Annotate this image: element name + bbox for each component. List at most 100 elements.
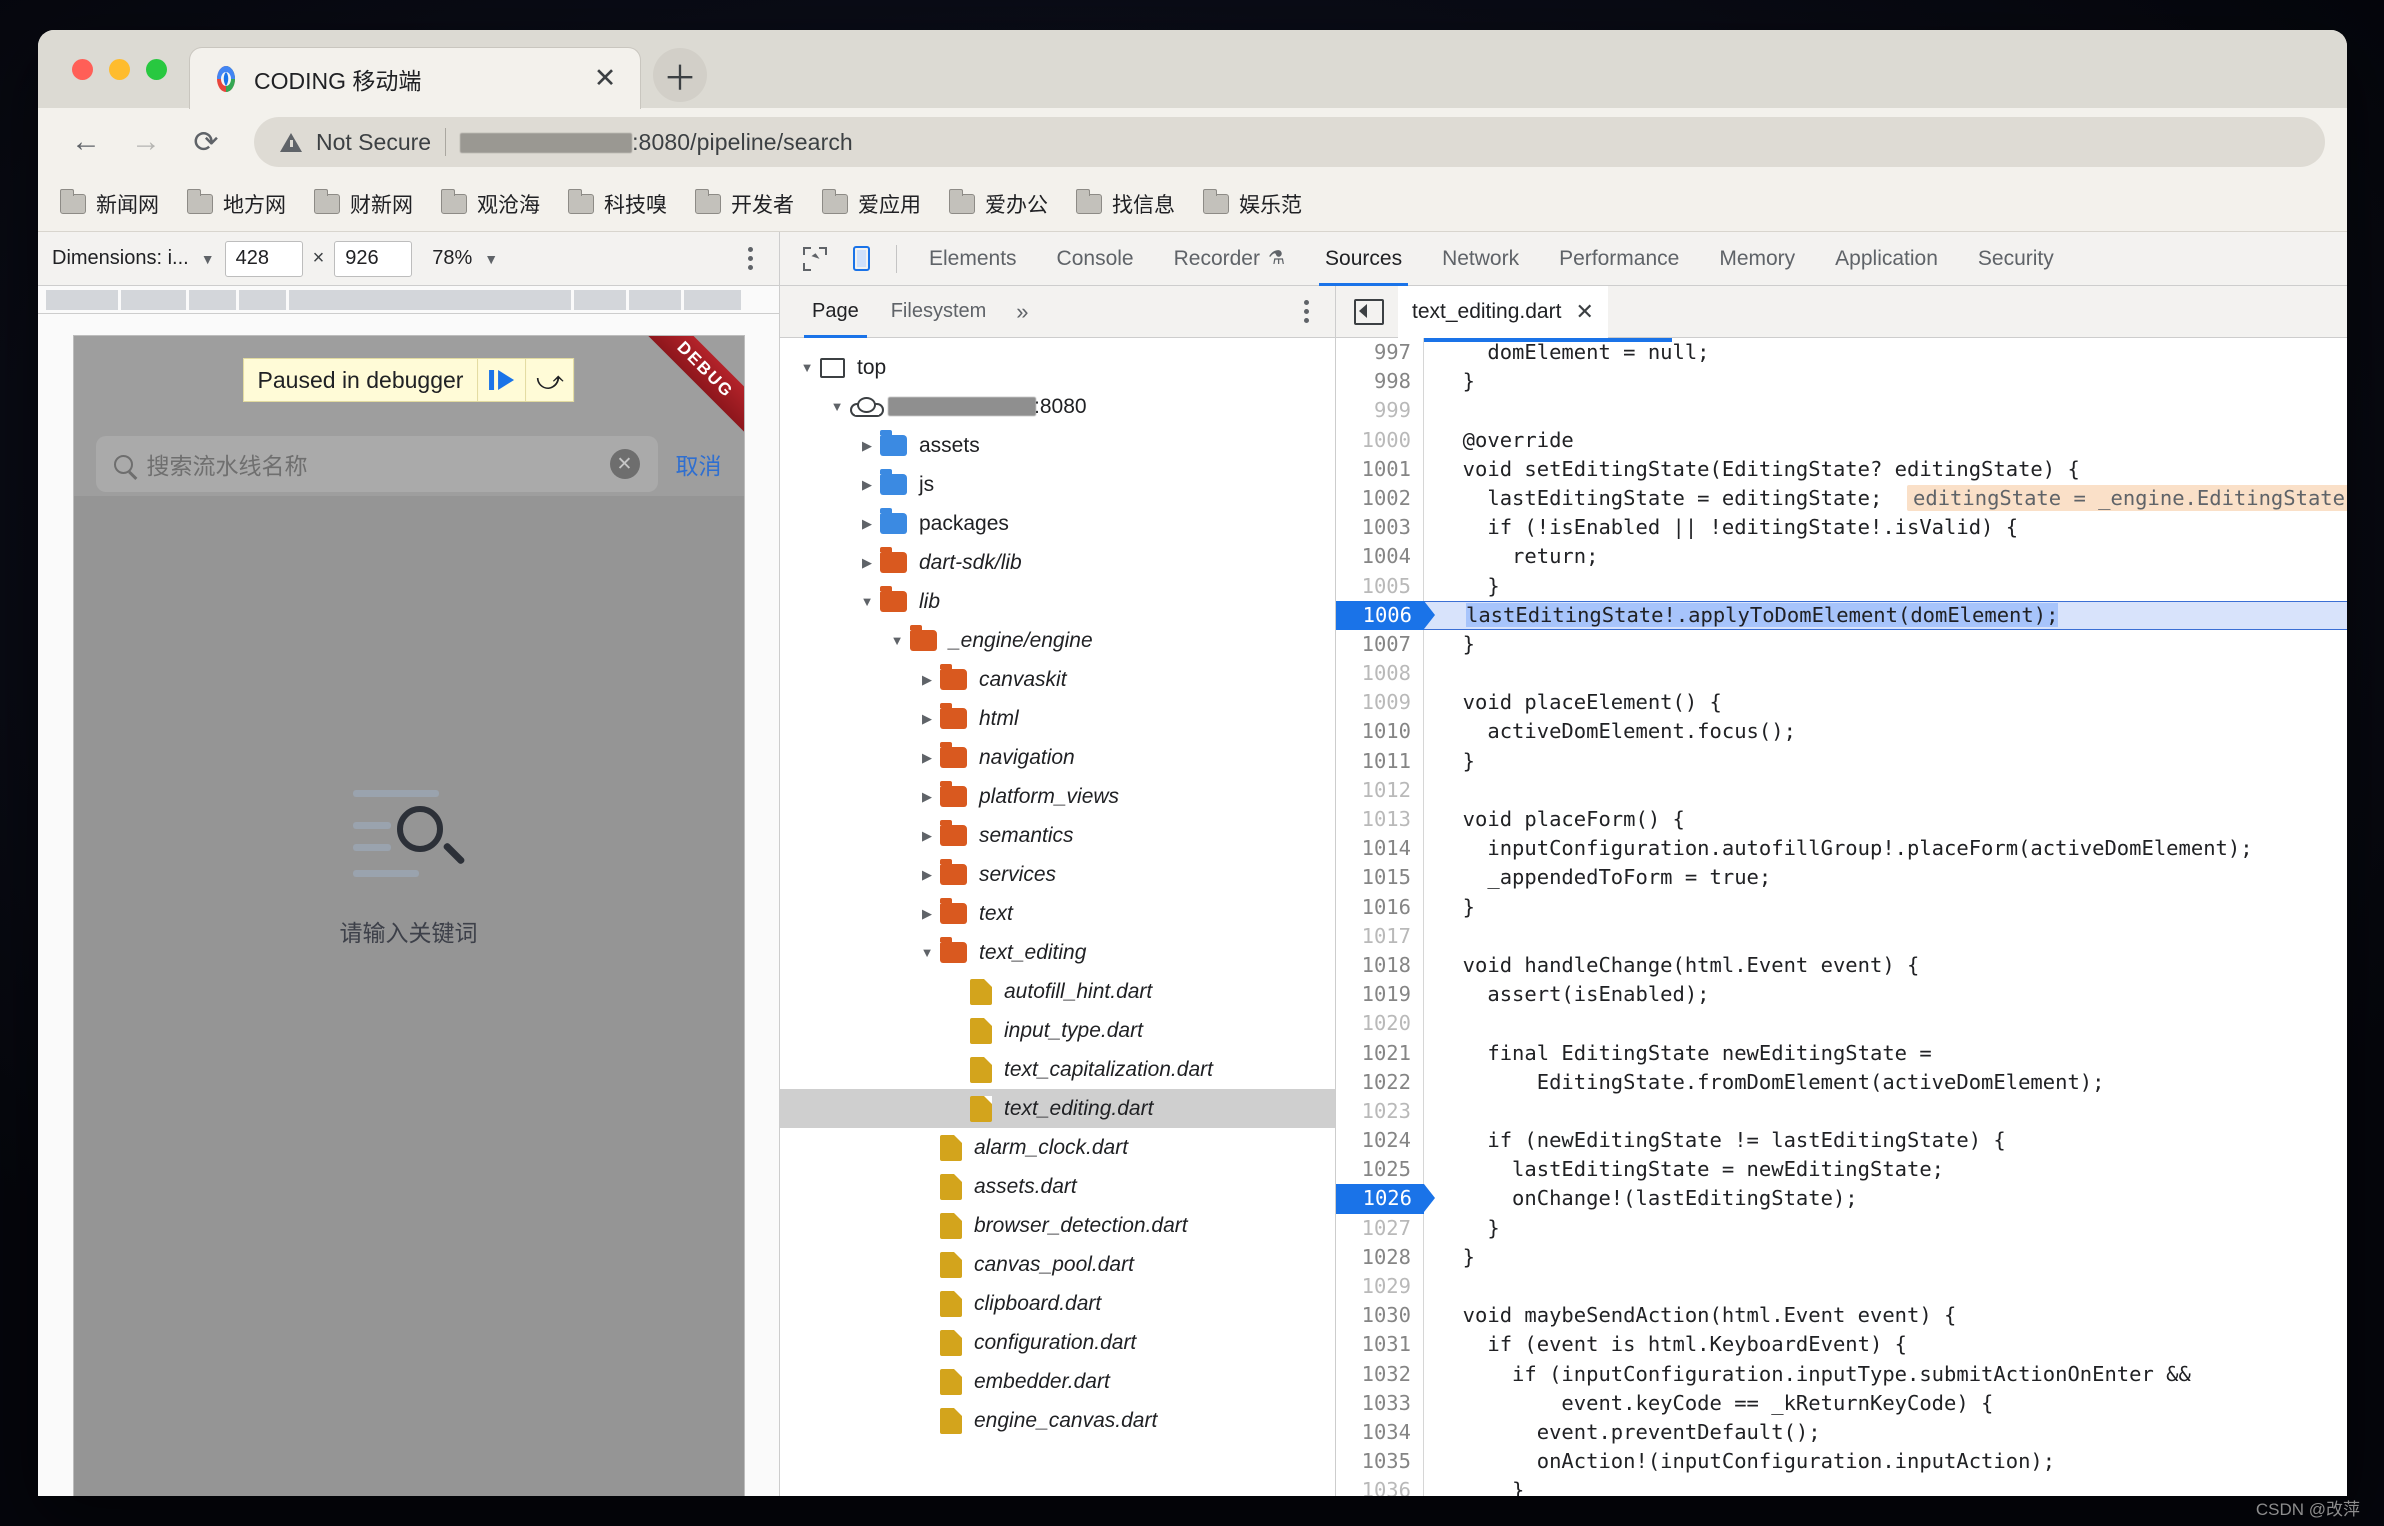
- tree-folder-item[interactable]: ▶ packages: [780, 504, 1335, 543]
- code-line[interactable]: 1001 void setEditingState(EditingState? …: [1336, 454, 2347, 484]
- line-number[interactable]: 1013: [1336, 805, 1424, 835]
- line-number[interactable]: 998: [1336, 367, 1424, 397]
- bookmark-item[interactable]: 开发者: [694, 188, 794, 219]
- tree-folder-item[interactable]: ▶ platform_views: [780, 777, 1335, 816]
- close-editor-tab-icon[interactable]: ✕: [1575, 299, 1593, 325]
- code-line[interactable]: 1007 }: [1336, 629, 2347, 660]
- line-number[interactable]: 1012: [1336, 775, 1424, 805]
- code-line[interactable]: 1032 if (inputConfiguration.inputType.su…: [1336, 1359, 2347, 1389]
- code-line[interactable]: 1010 activeDomElement.focus();: [1336, 717, 2347, 747]
- tree-folder-item[interactable]: ▶ assets: [780, 426, 1335, 465]
- line-number[interactable]: 1009: [1336, 688, 1424, 718]
- tab-performance[interactable]: Performance: [1539, 232, 1699, 286]
- step-over-button[interactable]: ⤻: [525, 359, 573, 401]
- code-line[interactable]: 1025 lastEditingState = newEditingState;: [1336, 1155, 2347, 1185]
- code-line[interactable]: 1034 event.preventDefault();: [1336, 1417, 2347, 1448]
- code-line[interactable]: 1023: [1336, 1096, 2347, 1127]
- code-line[interactable]: 1017: [1336, 921, 2347, 951]
- twisty-collapsed-icon[interactable]: ▶: [914, 828, 940, 844]
- line-number[interactable]: 1025: [1336, 1155, 1424, 1185]
- zoom-chevron-down-icon[interactable]: ▼: [484, 251, 498, 267]
- tab-recorder[interactable]: Recorder ⚗: [1154, 232, 1305, 286]
- navigator-more-icon[interactable]: [1291, 295, 1321, 329]
- tab-elements[interactable]: Elements: [909, 232, 1037, 286]
- dimensions-label[interactable]: Dimensions: i...: [52, 247, 189, 270]
- tree-folder-item[interactable]: ▼ text_editing: [780, 933, 1335, 972]
- twisty-collapsed-icon[interactable]: ▶: [914, 672, 940, 688]
- bookmark-item[interactable]: 财新网: [313, 188, 413, 219]
- line-number[interactable]: 1005: [1336, 571, 1424, 601]
- tree-file-item[interactable]: ▶text_editing.dart: [780, 1089, 1335, 1128]
- code-line[interactable]: 1016 }: [1336, 892, 2347, 922]
- resume-script-button[interactable]: [477, 359, 525, 401]
- tab-console[interactable]: Console: [1037, 232, 1154, 286]
- navigator-tab-page[interactable]: Page: [796, 286, 875, 338]
- twisty-collapsed-icon[interactable]: ▶: [854, 516, 880, 532]
- inspect-element-button[interactable]: [794, 238, 836, 280]
- tree-folder-item[interactable]: ▶ semantics: [780, 816, 1335, 855]
- line-number[interactable]: 1020: [1336, 1009, 1424, 1039]
- line-number[interactable]: 1018: [1336, 950, 1424, 981]
- line-number[interactable]: 1016: [1336, 892, 1424, 922]
- twisty-collapsed-icon[interactable]: ▶: [854, 438, 880, 454]
- browser-tab[interactable]: CODING 移动端 ✕: [189, 47, 641, 109]
- code-line[interactable]: 1003 if (!isEnabled || !editingState!.is…: [1336, 513, 2347, 543]
- tab-application[interactable]: Application: [1815, 232, 1958, 286]
- twisty-expanded-icon[interactable]: ▼: [914, 945, 940, 960]
- twisty-expanded-icon[interactable]: ▼: [854, 594, 880, 609]
- tree-file-item[interactable]: ▶clipboard.dart: [780, 1284, 1335, 1323]
- tree-file-item[interactable]: ▶autofill_hint.dart: [780, 972, 1335, 1011]
- bookmark-item[interactable]: 科技嗅: [567, 188, 667, 219]
- tree-file-item[interactable]: ▶alarm_clock.dart: [780, 1128, 1335, 1167]
- tree-folder-item[interactable]: ▼ top: [780, 348, 1335, 387]
- line-number[interactable]: 1007: [1336, 629, 1424, 660]
- toggle-device-toolbar-button[interactable]: [840, 238, 882, 280]
- show-navigator-icon[interactable]: [1354, 298, 1384, 325]
- close-window-button[interactable]: [72, 58, 93, 80]
- editor-tab-text-editing[interactable]: text_editing.dart ✕: [1398, 285, 1608, 338]
- width-input[interactable]: 428: [224, 240, 303, 277]
- tree-folder-item[interactable]: ▼ _engine/engine: [780, 621, 1335, 660]
- tree-folder-item[interactable]: ▶ dart-sdk/lib: [780, 543, 1335, 582]
- code-line[interactable]: 1015 _appendedToForm = true;: [1336, 863, 2347, 893]
- tree-file-item[interactable]: ▶configuration.dart: [780, 1323, 1335, 1362]
- code-line[interactable]: 1036 }: [1336, 1476, 2347, 1496]
- code-line[interactable]: 1014 inputConfiguration.autofillGroup!.p…: [1336, 834, 2347, 864]
- tree-folder-item[interactable]: ▶ canvaskit: [780, 660, 1335, 699]
- tab-network[interactable]: Network: [1422, 232, 1539, 286]
- emulated-device-screen[interactable]: DEBUG Paused in debugger ⤻ 搜索流水线名称 ✕ 取消 …: [73, 336, 744, 1496]
- line-number[interactable]: 1035: [1336, 1447, 1424, 1477]
- line-number[interactable]: 1006: [1336, 600, 1424, 630]
- twisty-expanded-icon[interactable]: ▼: [794, 360, 820, 375]
- twisty-collapsed-icon[interactable]: ▶: [914, 867, 940, 883]
- line-number[interactable]: 999: [1336, 396, 1424, 426]
- line-number[interactable]: 1030: [1336, 1301, 1424, 1331]
- line-number[interactable]: 1003: [1336, 513, 1424, 543]
- code-line[interactable]: 1024 if (newEditingState != lastEditingS…: [1336, 1126, 2347, 1156]
- code-line[interactable]: 1020: [1336, 1009, 2347, 1039]
- line-number[interactable]: 1002: [1336, 483, 1424, 514]
- code-line[interactable]: 1021 final EditingState newEditingState …: [1336, 1038, 2347, 1068]
- twisty-collapsed-icon[interactable]: ▶: [914, 906, 940, 922]
- tree-folder-item[interactable]: ▼ lib: [780, 582, 1335, 621]
- line-number[interactable]: 1029: [1336, 1272, 1424, 1302]
- code-lines[interactable]: 997 domElement = null; 998 } 999 1000 @over…: [1336, 338, 2347, 1496]
- tree-file-item[interactable]: ▶engine_canvas.dart: [780, 1401, 1335, 1440]
- code-line[interactable]: 1000 @override: [1336, 425, 2347, 455]
- code-line[interactable]: 1011 }: [1336, 746, 2347, 776]
- line-number[interactable]: 1026: [1336, 1184, 1424, 1214]
- reload-icon[interactable]: ⟳: [180, 116, 232, 168]
- code-line[interactable]: 1004 return;: [1336, 542, 2347, 572]
- tree-folder-item[interactable]: ▶ services: [780, 855, 1335, 894]
- bookmark-item[interactable]: 地方网: [186, 188, 286, 219]
- line-number[interactable]: 1028: [1336, 1242, 1424, 1272]
- dimensions-chevron-down-icon[interactable]: ▼: [201, 251, 215, 267]
- code-line[interactable]: 1028 }: [1336, 1242, 2347, 1272]
- bookmark-item[interactable]: 观沧海: [440, 188, 540, 219]
- tree-file-item[interactable]: ▶assets.dart: [780, 1167, 1335, 1206]
- navigator-tab-filesystem[interactable]: Filesystem: [875, 286, 1003, 338]
- height-input[interactable]: 926: [334, 240, 413, 277]
- line-number[interactable]: 1032: [1336, 1359, 1424, 1389]
- twisty-collapsed-icon[interactable]: ▶: [914, 711, 940, 727]
- line-number[interactable]: 1033: [1336, 1388, 1424, 1418]
